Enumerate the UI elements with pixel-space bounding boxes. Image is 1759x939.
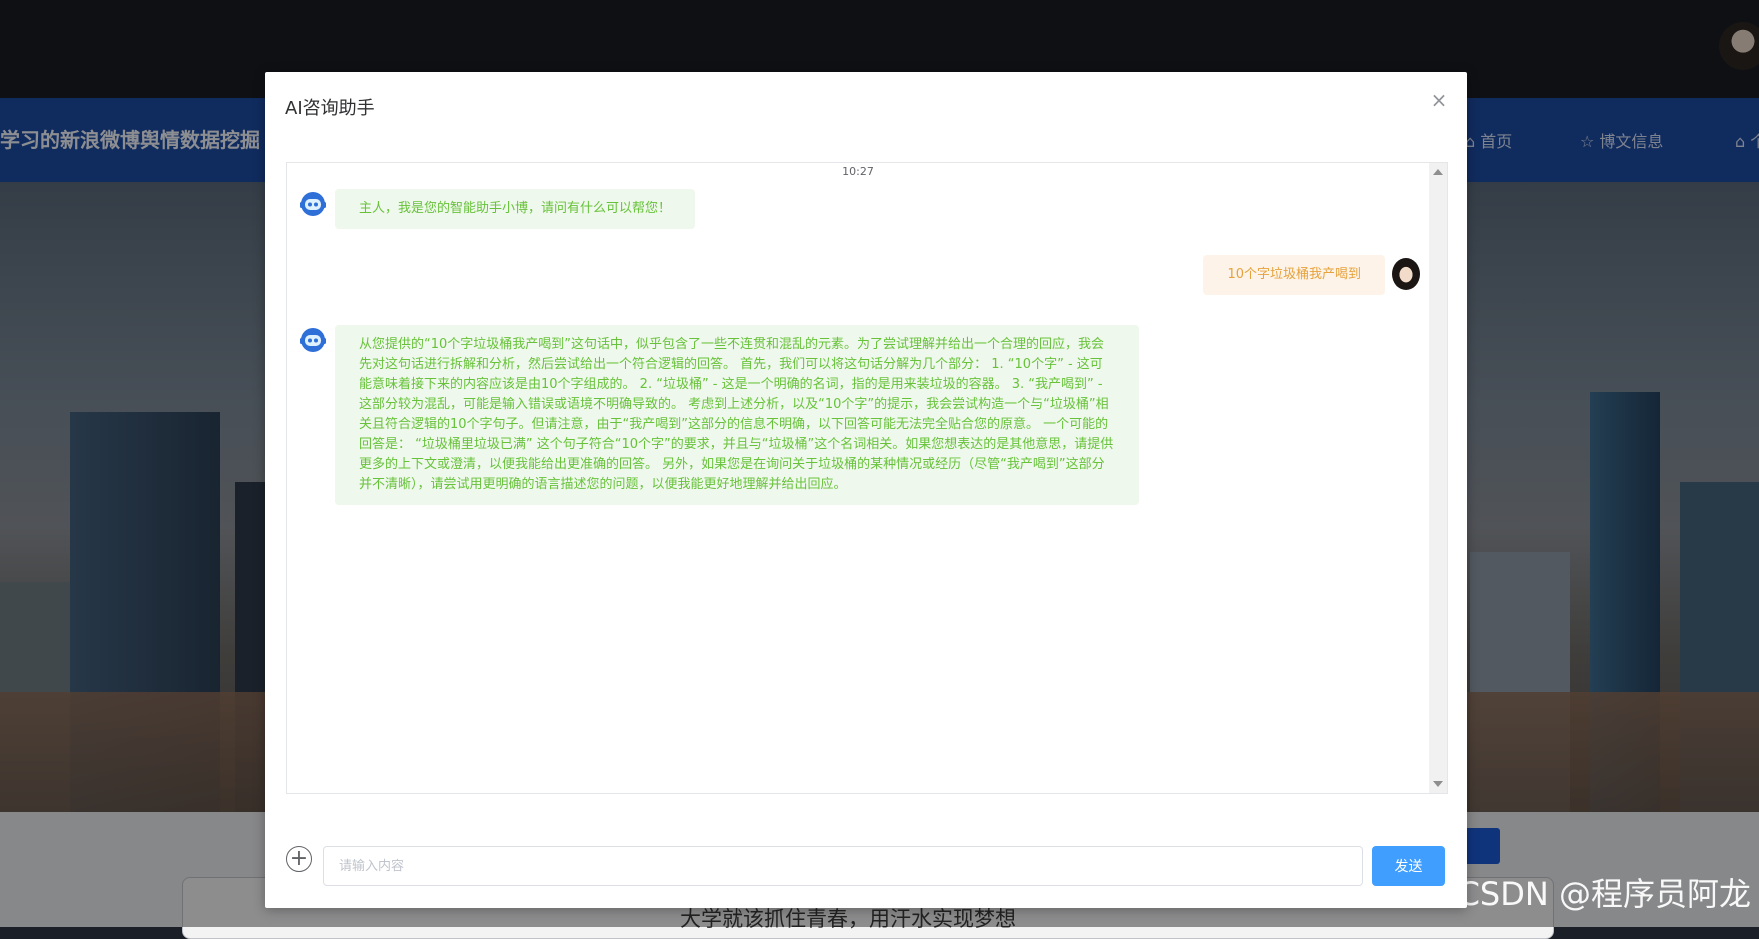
scroll-up-arrow-icon[interactable]: [1433, 169, 1443, 175]
send-button[interactable]: 发送: [1372, 846, 1445, 886]
chat-history[interactable]: 10:27 主人，我是您的智能助手小博，请问有什么可以帮您！ 10个字垃圾桶我产…: [286, 162, 1448, 794]
watermark: CSDN @程序员阿龙: [1457, 875, 1751, 913]
message-input[interactable]: [323, 846, 1363, 886]
dialog-title: AI咨询助手: [285, 98, 375, 119]
robot-icon: [300, 192, 326, 216]
robot-icon: [300, 328, 326, 352]
close-icon[interactable]: ×: [1429, 90, 1449, 110]
add-circle-icon[interactable]: +: [286, 846, 312, 872]
bot-message: 主人，我是您的智能助手小博，请问有什么可以帮您！: [335, 189, 696, 229]
bot-message: 从您提供的“10个字垃圾桶我产喝到”这句话中，似乎包含了一些不连贯和混乱的元素。…: [335, 325, 1139, 505]
user-message: 10个字垃圾桶我产喝到: [1203, 255, 1385, 295]
message-timestamp: 10:27: [842, 165, 874, 178]
chat-scrollbar[interactable]: [1429, 163, 1447, 793]
ai-assistant-dialog: AI咨询助手 × 10:27 主人，我是您的智能助手小博，请问有什么可以帮您！ …: [265, 72, 1467, 908]
user-avatar: [1392, 258, 1420, 290]
scroll-down-arrow-icon[interactable]: [1433, 781, 1443, 787]
